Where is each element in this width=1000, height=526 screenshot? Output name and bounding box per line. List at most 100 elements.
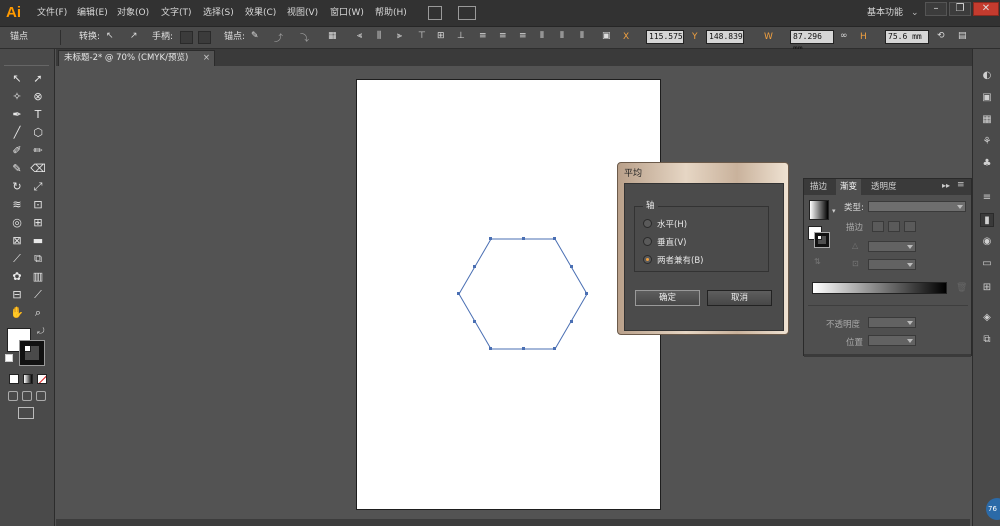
y-field[interactable]: 148.839 <box>706 30 744 44</box>
slice-tool-icon[interactable]: ⟋ <box>30 287 46 303</box>
graphic-styles-icon[interactable]: ⊞ <box>980 281 994 295</box>
stroke-panel-icon[interactable]: ≡ <box>980 191 994 205</box>
swap-colors-icon[interactable]: ⤾ <box>37 327 45 337</box>
gradient-slider[interactable] <box>812 282 947 294</box>
color-guide-icon[interactable]: ▣ <box>980 91 994 105</box>
gradient-mode-icon[interactable] <box>23 374 33 384</box>
tab-gradient[interactable]: 渐变 <box>836 179 862 195</box>
angle-dropdown[interactable] <box>868 241 916 252</box>
radio-both[interactable] <box>643 255 652 264</box>
menu-select[interactable]: 选择(S) <box>203 0 234 27</box>
reverse-gradient-icon[interactable]: ⇅ <box>814 257 821 266</box>
type-dropdown[interactable] <box>868 201 966 212</box>
align-right-icon[interactable]: ⫸ <box>397 31 410 44</box>
convert-corner-icon[interactable]: ↖ <box>106 31 119 44</box>
ok-button[interactable]: 确定 <box>635 290 700 306</box>
align-bottom-icon[interactable]: ⊥ <box>457 31 470 44</box>
free-transform-tool-icon[interactable]: ⊡ <box>30 197 46 213</box>
trash-icon[interactable]: 🗑 <box>956 283 967 293</box>
radio-vertical-label[interactable]: 垂直(V) <box>657 236 686 248</box>
bridge-icon[interactable] <box>428 6 442 20</box>
minimize-icon[interactable]: – <box>925 2 947 16</box>
width-tool-icon[interactable]: ≋ <box>9 197 25 213</box>
reference-point-icon[interactable]: ▣ <box>602 31 615 44</box>
radio-horizontal[interactable] <box>643 219 652 228</box>
distribute-bottom-icon[interactable]: ≡ <box>519 31 532 44</box>
eraser-tool-icon[interactable]: ⌫ <box>30 161 46 177</box>
chevron-down-icon[interactable]: ▾ <box>832 207 836 215</box>
polygon-tool-icon[interactable]: ⬡ <box>30 125 46 141</box>
show-handles-icon[interactable] <box>180 31 193 44</box>
menu-effect[interactable]: 效果(C) <box>245 0 276 27</box>
align-top-icon[interactable]: ⊤ <box>418 31 431 44</box>
magic-wand-tool-icon[interactable]: ✧ <box>9 89 25 105</box>
color-icon[interactable]: ◐ <box>980 69 994 83</box>
panel-menu-icon[interactable]: ≡ <box>957 180 965 190</box>
panel-resize-grip[interactable] <box>804 354 971 357</box>
none-mode-icon[interactable] <box>37 374 47 384</box>
tab-transparency[interactable]: 透明度 <box>867 179 901 195</box>
hand-tool-icon[interactable]: ✋ <box>9 305 25 321</box>
tab-stroke[interactable]: 描边 <box>806 179 831 195</box>
menu-help[interactable]: 帮助(H) <box>375 0 407 27</box>
distribute-middle-icon[interactable]: ≡ <box>499 31 512 44</box>
close-icon[interactable]: × <box>203 51 210 65</box>
distribute-top-icon[interactable]: ≡ <box>479 31 492 44</box>
connect-anchor-icon[interactable]: ⤴ <box>274 31 287 44</box>
close-icon[interactable]: ✕ <box>973 2 999 16</box>
isolate-icon[interactable]: ▦ <box>328 31 341 44</box>
menu-window[interactable]: 窗口(W) <box>330 0 364 27</box>
transparency-icon[interactable]: ◉ <box>980 235 994 249</box>
stroke-across-icon[interactable] <box>904 221 916 232</box>
paintbrush-tool-icon[interactable]: ✐ <box>9 143 25 159</box>
blob-brush-tool-icon[interactable]: ✎ <box>9 161 25 177</box>
symbols-icon[interactable]: ♣ <box>980 157 994 171</box>
draw-inside-icon[interactable] <box>36 391 46 401</box>
gradient-tool-icon[interactable]: ▬ <box>30 233 46 249</box>
symbol-sprayer-tool-icon[interactable]: ✿ <box>9 269 25 285</box>
menu-object[interactable]: 对象(O) <box>117 0 149 27</box>
collapse-icon[interactable]: ▸▸ <box>942 181 950 190</box>
cancel-button[interactable]: 取消 <box>707 290 772 306</box>
opacity-dropdown[interactable] <box>868 317 916 328</box>
chevron-down-icon[interactable]: ⌄ <box>911 0 919 27</box>
gradient-panel-icon[interactable]: ▮ <box>980 213 994 227</box>
workspace-switcher[interactable]: 基本功能 <box>867 0 903 27</box>
radio-vertical[interactable] <box>643 237 652 246</box>
transform-icon[interactable]: ⟲ <box>937 31 950 44</box>
x-field[interactable]: 115.575 <box>646 30 684 44</box>
restore-icon[interactable]: ❐ <box>949 2 971 16</box>
arrange-documents-icon[interactable] <box>458 6 476 20</box>
radio-horizontal-label[interactable]: 水平(H) <box>657 218 687 230</box>
default-colors-icon[interactable] <box>5 354 13 362</box>
lasso-tool-icon[interactable]: ⊗ <box>30 89 46 105</box>
eyedropper-tool-icon[interactable]: ⟋ <box>9 251 25 267</box>
rotate-tool-icon[interactable]: ↻ <box>9 179 25 195</box>
remove-anchor-icon[interactable]: ✎ <box>251 31 264 44</box>
graph-tool-icon[interactable]: ▥ <box>30 269 46 285</box>
mesh-tool-icon[interactable]: ⊠ <box>9 233 25 249</box>
selection-tool-icon[interactable]: ↖ <box>9 71 25 87</box>
brushes-icon[interactable]: ⚘ <box>980 135 994 149</box>
artboard-tool-icon[interactable]: ⊟ <box>9 287 25 303</box>
width-field[interactable]: 87.296 mm <box>790 30 834 53</box>
distribute-left-icon[interactable]: ⦀ <box>540 31 553 44</box>
scale-tool-icon[interactable]: ⤢ <box>30 179 46 195</box>
swatches-icon[interactable]: ▦ <box>980 113 994 127</box>
appearance-icon[interactable]: ▭ <box>980 257 994 271</box>
stroke-along-icon[interactable] <box>888 221 900 232</box>
hide-handles-icon[interactable] <box>198 31 211 44</box>
pen-tool-icon[interactable]: ✒ <box>9 107 25 123</box>
stroke-indicator[interactable] <box>814 232 830 248</box>
convert-smooth-icon[interactable]: ↗ <box>130 31 143 44</box>
draw-behind-icon[interactable] <box>22 391 32 401</box>
zoom-tool-icon[interactable]: ⌕ <box>30 305 46 321</box>
draw-normal-icon[interactable] <box>8 391 18 401</box>
type-tool-icon[interactable]: T <box>30 107 46 123</box>
height-field[interactable]: 75.6 mm <box>885 30 929 44</box>
stroke-swatch[interactable] <box>19 340 45 366</box>
stroke-within-icon[interactable] <box>872 221 884 232</box>
artboards-icon[interactable]: ⧉ <box>980 333 994 347</box>
gradient-swatch[interactable] <box>809 200 829 220</box>
menu-view[interactable]: 视图(V) <box>287 0 318 27</box>
